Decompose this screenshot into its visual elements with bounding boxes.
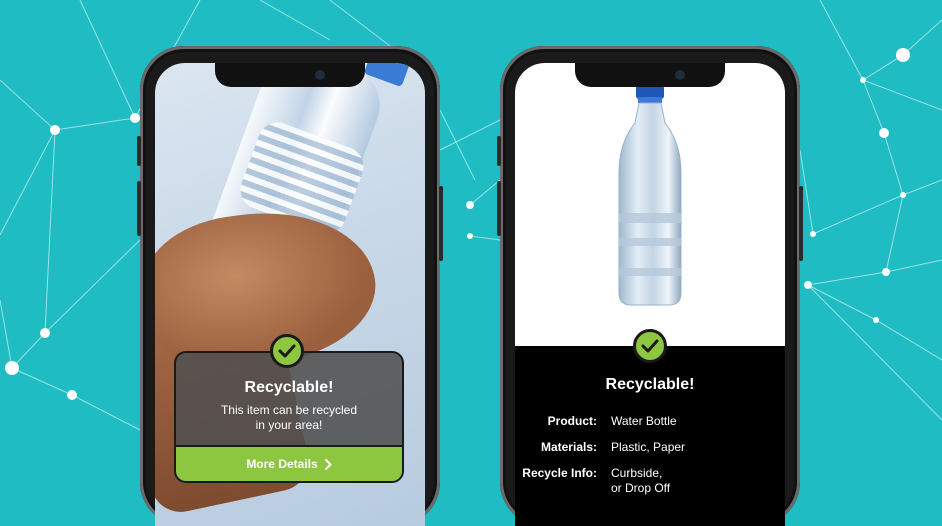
detail-row-materials: Materials: Plastic, Paper [515, 440, 785, 455]
phone-side-button [137, 136, 141, 166]
phone-side-button [497, 181, 501, 236]
card-message-line: This item can be recycled [220, 403, 358, 417]
detail-value-line: Water Bottle [611, 414, 677, 428]
detail-label: Materials: [540, 440, 597, 454]
water-bottle-image [618, 85, 682, 306]
camera-icon [315, 70, 325, 80]
more-details-button[interactable]: More Details [176, 445, 402, 481]
phone-side-button [799, 186, 803, 261]
detail-row-recycle-info: Recycle Info: Curbside, or Drop Off [515, 466, 785, 496]
checkmark-icon [270, 334, 304, 368]
chevron-right-icon [324, 458, 332, 470]
detail-label: Product: [547, 414, 597, 428]
product-image-area [515, 63, 785, 346]
detail-value-line: or Drop Off [611, 481, 671, 495]
card-title: Recyclable! [244, 379, 334, 396]
detail-value: Plastic, Paper [611, 440, 785, 455]
phone-side-button [439, 186, 443, 261]
detail-value: Water Bottle [611, 414, 785, 429]
phone-notch [215, 63, 365, 87]
recycle-info-panel: Recyclable! Product: Water Bottle Materi… [515, 346, 785, 526]
detail-label: Recycle Info: [522, 466, 597, 480]
left-screen: Recyclable! This item can be recycled in… [155, 63, 425, 526]
detail-value-line: Plastic, Paper [611, 440, 686, 454]
phone-side-button [137, 181, 141, 236]
card-message-line: in your area! [255, 418, 323, 432]
checkmark-icon [633, 329, 667, 363]
detail-value: Curbside, or Drop Off [611, 466, 785, 496]
phone-side-button [497, 136, 501, 166]
recyclable-card: Recyclable! This item can be recycled in… [174, 351, 404, 483]
card-message: This item can be recycled in your area! [206, 403, 372, 433]
more-details-label: More Details [246, 457, 318, 471]
detail-row-product: Product: Water Bottle [515, 414, 785, 429]
result-title: Recyclable! [605, 376, 695, 393]
detail-value-line: Curbside, [611, 466, 663, 480]
left-phone: Recyclable! This item can be recycled in… [137, 46, 443, 526]
right-screen: Recyclable! Product: Water Bottle Materi… [515, 63, 785, 526]
camera-icon [675, 70, 685, 80]
phone-notch [575, 63, 725, 87]
right-phone: Recyclable! Product: Water Bottle Materi… [497, 46, 803, 526]
